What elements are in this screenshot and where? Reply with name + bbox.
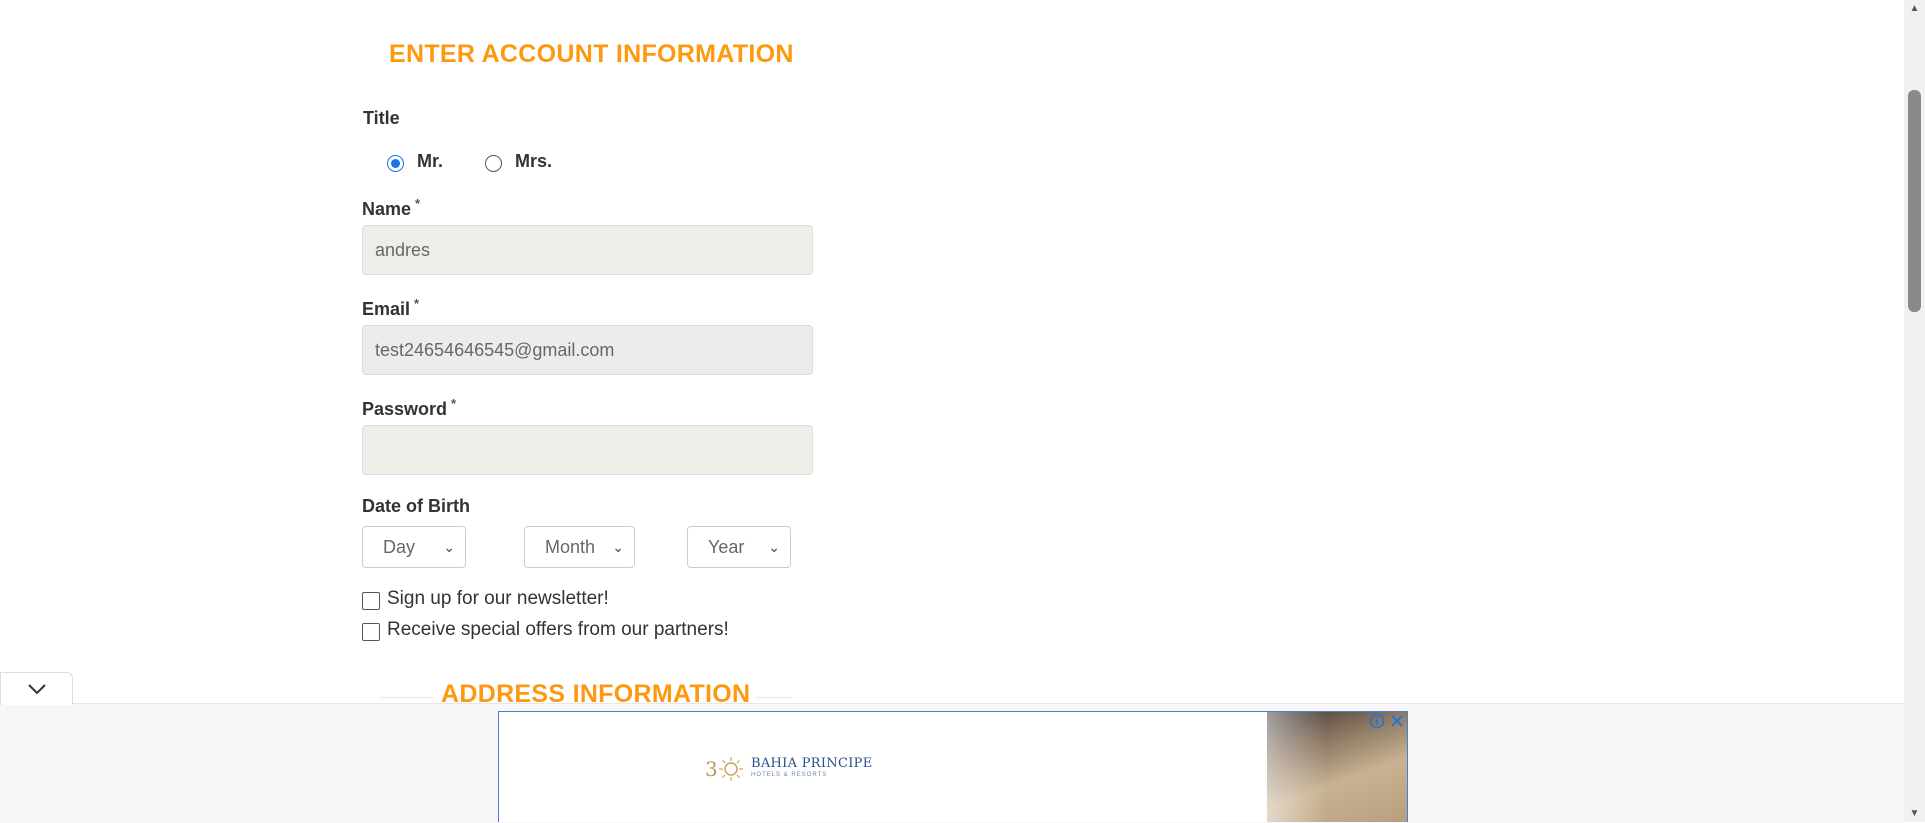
ad-brand-sub: HOTELS & RESORTS — [751, 772, 828, 778]
dob-month-select[interactable]: Month ⌄ — [524, 526, 635, 568]
dob-year-value: Year — [708, 537, 745, 557]
offers-checkbox[interactable] — [362, 623, 380, 641]
ad-brand-logo[interactable]: 3 BAHIA PRINCIPE HOTELS & RESORTS — [705, 754, 872, 784]
title-label: Title — [363, 108, 400, 128]
required-mark: * — [414, 296, 420, 311]
required-mark: * — [451, 396, 457, 411]
title-mr-label[interactable]: Mr. — [417, 151, 443, 172]
signup-page: ENTER ACCOUNT INFORMATION Title Mr. Mrs.… — [0, 0, 1904, 823]
title-mr-radio[interactable] — [387, 155, 404, 172]
ad-brand-name: BAHIA PRINCIPE — [751, 756, 873, 771]
name-label-text: Name — [362, 199, 412, 219]
chevron-down-icon: ⌄ — [612, 539, 624, 555]
account-info-heading: ENTER ACCOUNT INFORMATION — [389, 40, 794, 68]
email-input[interactable]: test24654646545@gmail.com — [362, 325, 813, 375]
chevron-down-icon: ⌄ — [443, 539, 455, 555]
ad-fade — [1077, 712, 1327, 822]
dob-year-select[interactable]: Year ⌄ — [687, 526, 791, 568]
scroll-down-arrow-icon[interactable]: ▼ — [1904, 805, 1925, 822]
svg-text:3: 3 — [705, 757, 718, 781]
name-label: Name * — [362, 196, 420, 220]
sun-logo-icon: 3 — [705, 757, 743, 781]
chevron-down-icon: ⌄ — [768, 539, 780, 555]
password-label-text: Password — [362, 399, 448, 419]
password-input[interactable] — [362, 425, 813, 475]
title-mrs-label[interactable]: Mrs. — [515, 151, 552, 172]
newsletter-checkbox[interactable] — [362, 592, 380, 610]
name-input[interactable]: andres — [362, 225, 813, 275]
offers-label[interactable]: Receive special offers from our partners… — [387, 619, 729, 641]
title-mrs-radio[interactable] — [485, 155, 502, 172]
close-icon[interactable] — [1389, 713, 1405, 729]
password-label: Password * — [362, 396, 456, 420]
scroll-up-arrow-icon[interactable]: ▲ — [1904, 0, 1925, 17]
scroll-thumb[interactable] — [1908, 90, 1921, 312]
ad-collapse-button[interactable] — [0, 672, 73, 705]
dob-day-value: Day — [383, 537, 416, 557]
dob-month-value: Month — [545, 537, 596, 557]
dob-day-select[interactable]: Day ⌄ — [362, 526, 466, 568]
info-icon[interactable] — [1369, 713, 1385, 729]
ad-controls — [1369, 713, 1405, 729]
vertical-scrollbar[interactable]: ▲ ▼ — [1904, 0, 1925, 822]
dob-label: Date of Birth — [362, 496, 470, 516]
newsletter-label[interactable]: Sign up for our newsletter! — [387, 588, 609, 610]
chevron-down-icon — [27, 684, 46, 695]
advertisement-banner[interactable]: 3 BAHIA PRINCIPE HOTELS & RESORTS — [498, 711, 1408, 822]
email-label-text: Email — [362, 299, 411, 319]
required-mark: * — [415, 196, 421, 211]
email-label: Email * — [362, 296, 419, 320]
